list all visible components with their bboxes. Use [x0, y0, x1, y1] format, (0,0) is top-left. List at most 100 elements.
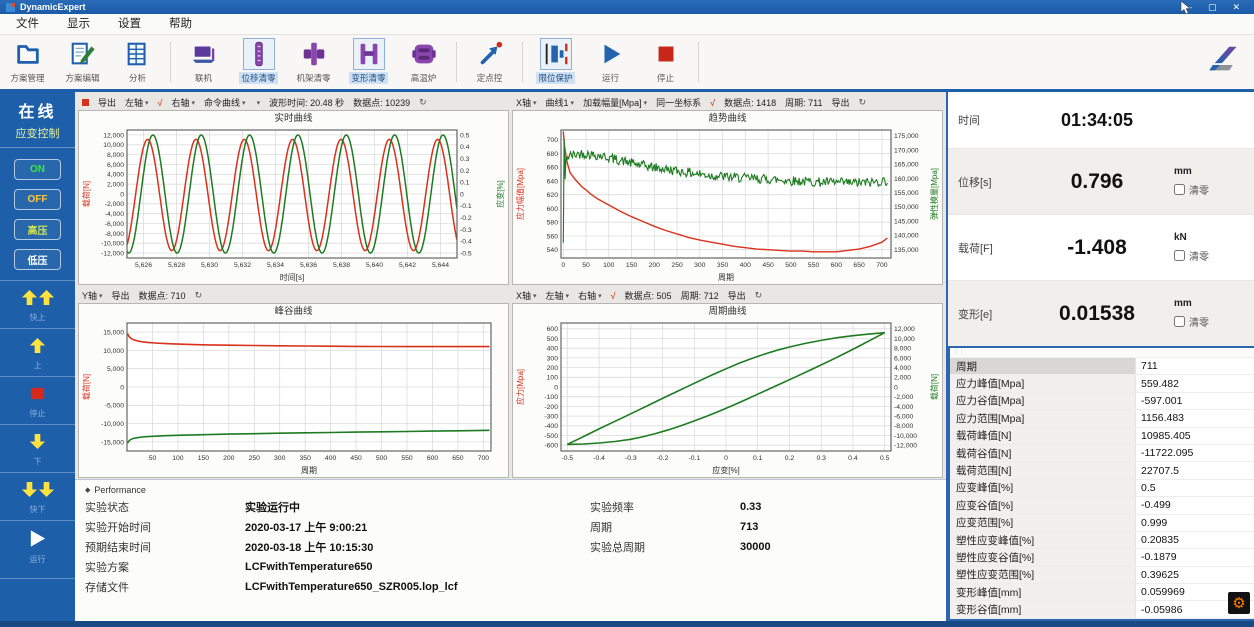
table-row-value: -597.001 — [1136, 393, 1254, 409]
table-row[interactable]: 应变范围[%]0.999 — [950, 515, 1254, 532]
toolbar-button-scheme-manage[interactable]: 方案管理 — [0, 35, 55, 89]
toolbar-button-setpoint[interactable]: 定点控 — [462, 35, 517, 89]
chart-dropdown[interactable]: 加载幅量[Mpa]▾ — [583, 96, 647, 109]
gear-icon[interactable]: ⚙ — [1228, 592, 1250, 614]
menu-item-0[interactable]: 文件 — [2, 14, 53, 34]
table-row[interactable]: 应力范围[Mpa]1156.483 — [950, 410, 1254, 427]
svg-text:应变[%]: 应变[%] — [495, 180, 505, 208]
toolbar-separator — [456, 42, 457, 82]
performance-field-label: 实验开始时间 — [85, 519, 245, 535]
chart-dropdown[interactable]: 左轴▾ — [546, 289, 570, 302]
svg-text:-8,000: -8,000 — [104, 231, 123, 238]
table-row[interactable]: 应力峰值[Mpa]559.482 — [950, 375, 1254, 392]
svg-text:0.3: 0.3 — [816, 455, 826, 462]
chart-dropdown[interactable]: 命令曲线▾ — [204, 96, 246, 109]
maximize-button[interactable]: ▢ — [1208, 2, 1217, 12]
table-row[interactable]: 应变谷值[%]-0.499 — [950, 497, 1254, 514]
chart-toolbar-item[interactable]: 导出 — [98, 96, 116, 109]
table-row[interactable]: 应力谷值[Mpa]-597.001 — [950, 393, 1254, 410]
zero-checkbox[interactable] — [1174, 250, 1185, 261]
table-row[interactable]: 载荷范围[N]22707.5 — [950, 462, 1254, 479]
refresh-icon[interactable]: ↻ — [858, 97, 866, 108]
bottom-status-bar — [0, 621, 1254, 627]
chart-dropdown[interactable]: 右轴▾ — [172, 96, 196, 109]
toolbar-button-connect[interactable]: 联机 — [176, 35, 231, 89]
toolbar-button-furnace[interactable]: 高温炉 — [396, 35, 451, 89]
toolbar-button-label: 停止 — [657, 72, 674, 84]
performance-field-label: 存储文件 — [85, 579, 245, 595]
jog-button-fast-up[interactable]: 快上 — [0, 280, 75, 328]
chart-toolbar-item[interactable]: 导出 — [112, 289, 130, 302]
table-row[interactable]: 载荷谷值[N]-11722.095 — [950, 445, 1254, 462]
svg-text:-200: -200 — [544, 404, 558, 411]
jog-button-stop[interactable]: 停止 — [0, 376, 75, 424]
zero-checkbox[interactable] — [1174, 316, 1185, 327]
menu-item-1[interactable]: 显示 — [53, 14, 104, 34]
chart-toolbar-text: 导出 — [728, 289, 746, 302]
refresh-icon[interactable]: ↻ — [195, 290, 203, 301]
svg-text:250: 250 — [248, 455, 260, 462]
stop-icon — [650, 38, 682, 70]
chart-dropdown[interactable]: X轴▾ — [516, 96, 537, 109]
chart-toolbar-text: 数据点: 10239 — [353, 96, 410, 109]
chart-toolbar-item[interactable]: 导出 — [831, 96, 849, 109]
toolbar-button-scheme-edit[interactable]: 方案编辑 — [55, 35, 110, 89]
table-row[interactable]: 变形谷值[mm]-0.05986 — [950, 601, 1254, 618]
chart-dropdown[interactable]: 左轴▾ — [125, 96, 149, 109]
chart-toolbar-text: 数据点: 710 — [139, 289, 186, 302]
toolbar-button-displacement-zero[interactable]: 位移清零 — [231, 35, 286, 89]
toggle-button-1[interactable]: OFF — [14, 189, 61, 210]
table-row[interactable]: 变形幅度[mm]0.11983 — [950, 619, 1254, 621]
chart-block-2: X轴▾曲线1▾加载幅量[Mpa]▾同一坐标系√数据点: 1418周期: 711导… — [512, 95, 943, 285]
main-area: 导出左轴▾√右轴▾命令曲线▾▾波形时间: 20.48 秒数据点: 10239↻实… — [75, 92, 946, 621]
svg-text:0: 0 — [554, 384, 558, 391]
readout-value: 0.796 — [1020, 170, 1174, 194]
toolbar-button-deform-zero[interactable]: 变形清零 — [341, 35, 396, 89]
svg-text:0.4: 0.4 — [460, 144, 470, 151]
chart-toolbar-item[interactable]: √ — [611, 291, 616, 301]
jog-button-up[interactable]: 上 — [0, 328, 75, 376]
table-row[interactable]: 塑性应变谷值[%]-0.1879 — [950, 549, 1254, 566]
jog-button-down[interactable]: 下 — [0, 424, 75, 472]
chart-dropdown[interactable]: X轴▾ — [516, 289, 537, 302]
menu-item-2[interactable]: 设置 — [104, 14, 155, 34]
refresh-icon[interactable]: ↻ — [419, 97, 427, 108]
toolbar-button-run[interactable]: 运行 — [583, 35, 638, 89]
refresh-icon[interactable]: ↻ — [755, 290, 763, 301]
chart-toolbar-item[interactable]: 同一坐标系 — [656, 96, 701, 109]
table-row[interactable]: 变形峰值[mm]0.059969 — [950, 584, 1254, 601]
table-row[interactable]: 塑性应变范围[%]0.39625 — [950, 567, 1254, 584]
table-row[interactable]: 周期711 — [950, 358, 1254, 375]
chart-toolbar-item[interactable]: √ — [158, 98, 163, 108]
menu-item-3[interactable]: 帮助 — [155, 14, 206, 34]
chart-dropdown[interactable]: 右轴▾ — [578, 289, 602, 302]
toolbar-button-limit-protect[interactable]: 限位保护 — [528, 35, 583, 89]
svg-text:6,000: 6,000 — [894, 355, 911, 362]
svg-text:-4,000: -4,000 — [894, 404, 913, 411]
toolbar-button-analysis[interactable]: 分析 — [110, 35, 165, 89]
close-button[interactable]: ✕ — [1232, 2, 1240, 12]
jog-button-fast-down[interactable]: 快下 — [0, 472, 75, 520]
toolbar-button-frame-zero[interactable]: 机架清零 — [286, 35, 341, 89]
chart-dropdown[interactable]: Y轴▾ — [82, 289, 103, 302]
readout-rows: 位移[s]0.796mm清零载荷[F]-1.408kN清零变形[e]0.0153… — [948, 148, 1254, 346]
chart-toolbar-text: 导出 — [98, 96, 116, 109]
chart-toolbar-text: 曲线1 — [546, 96, 569, 109]
toolbar-button-stop[interactable]: 停止 — [638, 35, 693, 89]
table-row[interactable]: 塑性应变峰值[%]0.20835 — [950, 532, 1254, 549]
toggle-button-2[interactable]: 高压 — [14, 219, 61, 240]
table-row[interactable]: 载荷峰值[N]10985.405 — [950, 428, 1254, 445]
table-row-value: 0.11983 — [1136, 619, 1254, 621]
chart-toolbar-item[interactable]: 导出 — [728, 289, 746, 302]
toggle-button-3[interactable]: 低压 — [14, 249, 61, 270]
chart-toolbar-item[interactable]: √ — [710, 98, 715, 108]
toggle-button-0[interactable]: ON — [14, 159, 61, 180]
jog-button-play[interactable]: 运行 — [0, 520, 75, 570]
table-drag-handle[interactable]: ⋮⋮ — [950, 348, 1254, 358]
zero-checkbox[interactable] — [1174, 184, 1185, 195]
chart-dropdown[interactable]: 曲线1▾ — [546, 96, 575, 109]
chart-dropdown[interactable]: ▾ — [255, 99, 261, 107]
performance-field-value: 713 — [740, 521, 758, 533]
svg-text:250: 250 — [671, 262, 683, 269]
table-row[interactable]: 应变峰值[%]0.5 — [950, 480, 1254, 497]
